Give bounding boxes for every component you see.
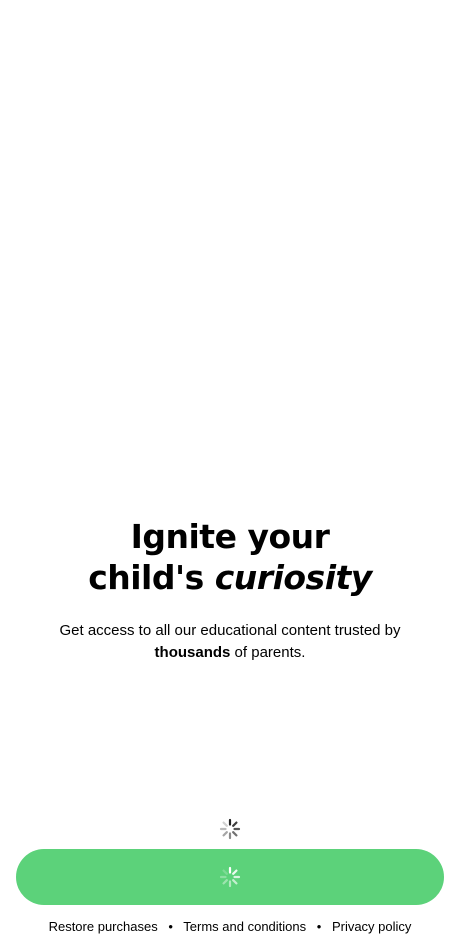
- privacy-policy-link[interactable]: Privacy policy: [332, 919, 411, 934]
- subscribe-button[interactable]: [16, 849, 444, 905]
- footer-separator: •: [168, 919, 173, 934]
- subtitle: Get access to all our educational conten…: [30, 620, 430, 664]
- headline-emphasis: curiosity: [214, 558, 373, 597]
- footer-separator: •: [316, 919, 322, 934]
- hero-media-area: [0, 0, 460, 500]
- restore-purchases-link[interactable]: Restore purchases: [49, 919, 158, 934]
- subtitle-suffix: of parents.: [230, 644, 306, 661]
- headline-line-1: Ignite your: [130, 517, 330, 556]
- activity-spinner-icon: [219, 818, 241, 840]
- page-title: Ignite your child's curiosity: [0, 516, 460, 598]
- subtitle-emphasis: thousands: [154, 644, 231, 661]
- footer-links: Restore purchases • Terms and conditions…: [0, 917, 460, 937]
- subtitle-prefix: Get access to all our educational conten…: [59, 622, 401, 639]
- headline-line-2-prefix: child's: [88, 558, 215, 597]
- terms-link[interactable]: Terms and conditions: [183, 919, 306, 934]
- button-loading-spinner-icon: [219, 866, 241, 888]
